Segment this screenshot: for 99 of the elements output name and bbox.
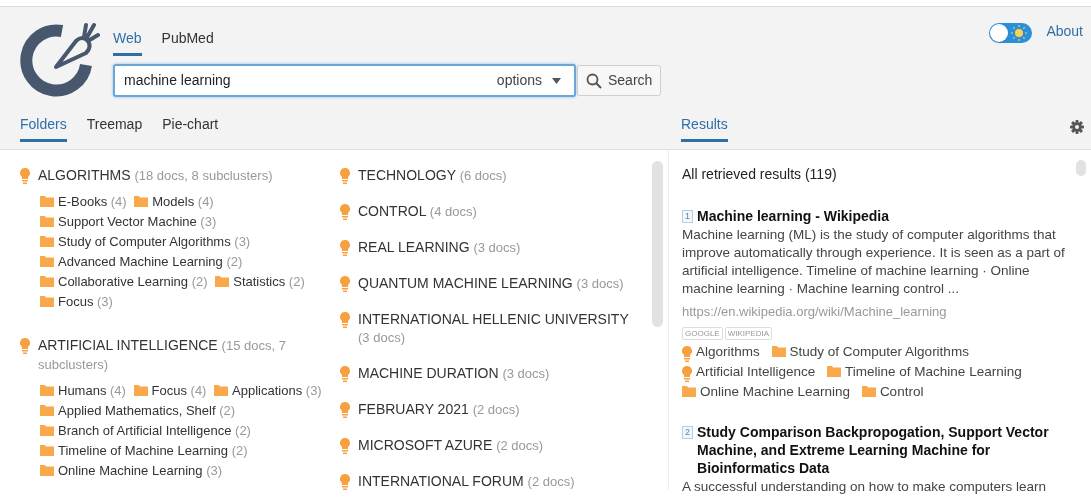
cluster-label: ALGORITHMS (18 docs, 8 subclusters) [38, 166, 273, 185]
about-link[interactable]: About [1046, 21, 1083, 42]
cluster-item[interactable]: CONTROL (4 docs) [340, 202, 640, 221]
cluster-label: ARTIFICIAL INTELLIGENCE (15 docs, 7 subclusters) [38, 336, 287, 374]
subcluster-link[interactable]: E-Books (4) [40, 194, 127, 209]
folder-icon [40, 216, 54, 227]
search-icon [586, 72, 602, 89]
folder-icon [861, 385, 876, 397]
lightbulb-icon [682, 345, 692, 362]
results-tab[interactable]: Results [681, 114, 728, 142]
folder-icon [214, 385, 229, 396]
settings-icon[interactable] [1070, 120, 1084, 134]
lightbulb-icon [20, 338, 30, 354]
view-tab[interactable]: Pie-chart [162, 114, 219, 142]
cluster-label: MICROSOFT AZURE (2 docs) [358, 436, 544, 455]
subcluster-link[interactable]: Branch of Artificial Intelligence (2) [40, 423, 251, 438]
cluster-item[interactable]: FEBRUARY 2021 (2 docs) [340, 400, 640, 419]
subcluster-link[interactable]: Support Vector Machine (3) [40, 214, 217, 229]
lightbulb-icon [340, 276, 350, 292]
subcluster-link[interactable]: Models (4) [134, 194, 214, 209]
folder-icon [40, 296, 54, 307]
result-number: 1 [682, 210, 693, 223]
cluster-label: MACHINE DURATION (3 docs) [358, 364, 550, 383]
lightbulb-icon [340, 438, 350, 454]
search-query: machine learning [124, 71, 232, 90]
folder-icon [215, 276, 230, 287]
cluster-label: TECHNOLOGY (6 docs) [358, 166, 507, 185]
subcluster-link[interactable]: Applications (3) [214, 383, 322, 398]
result-tag[interactable]: Artificial Intelligence [682, 363, 816, 379]
lightbulb-icon [340, 168, 350, 184]
lightbulb-icon [340, 204, 350, 220]
lightbulb-icon [340, 402, 350, 418]
cluster-label: FEBRUARY 2021 (2 docs) [358, 400, 520, 419]
folder-icon [40, 236, 54, 247]
result-snippet: A successful understanding on how to make computers learn [682, 477, 1047, 496]
result-number: 2 [682, 425, 693, 439]
lightbulb-icon [340, 366, 350, 382]
folder-icon [133, 385, 148, 396]
cluster-item[interactable]: MICROSOFT AZURE (2 docs) [340, 436, 640, 455]
lightbulb-icon [340, 312, 350, 328]
result-tag[interactable]: Study of Computer Algorithms [771, 343, 969, 359]
result-tag[interactable]: Algorithms [682, 343, 760, 359]
lightbulb-icon [340, 240, 350, 256]
subcluster-link[interactable]: Timeline of Machine Learning (2) [40, 443, 248, 458]
cluster-item[interactable]: MACHINE DURATION (3 docs) [340, 364, 640, 383]
cluster-item[interactable]: INTERNATIONAL FORUM (2 docs) [340, 472, 640, 491]
folder-icon [40, 196, 54, 207]
search-field[interactable]: machine learning options [113, 64, 576, 97]
logo-icon [18, 21, 100, 97]
theme-toggle[interactable] [989, 23, 1033, 43]
subcluster-link[interactable]: Focus (3) [40, 294, 113, 309]
folder-icon [134, 196, 149, 207]
source-badge: WIKIPEDIA [724, 326, 773, 340]
folder-icon [40, 465, 54, 476]
search-button[interactable]: Search [577, 65, 662, 96]
folder-icon [40, 385, 54, 396]
sun-icon [1011, 25, 1028, 41]
result-tag[interactable]: Timeline of Machine Learning [827, 363, 1022, 379]
folder-icon [682, 385, 696, 397]
caret-icon [552, 77, 561, 84]
subcluster-link[interactable]: Study of Computer Algorithms (3) [40, 234, 251, 249]
folder-icon [827, 365, 842, 377]
subcluster-link[interactable]: Online Machine Learning (3) [40, 463, 223, 478]
view-tab[interactable]: Treemap [86, 114, 143, 142]
cluster-item[interactable]: REAL LEARNING (3 docs) [340, 238, 640, 257]
subcluster-link[interactable]: Statistics (2) [215, 274, 305, 289]
source-badge: GOOGLE [682, 326, 723, 340]
subcluster-link[interactable]: Applied Mathematics, Shelf (2) [40, 403, 236, 418]
lightbulb-icon [340, 474, 350, 490]
cluster-item[interactable]: ALGORITHMS (18 docs, 8 subclusters) [20, 166, 330, 185]
lightbulb-icon [682, 365, 692, 382]
result-tag[interactable]: Online Machine Learning [682, 383, 851, 399]
view-tab[interactable]: Folders [20, 114, 67, 142]
source-tab[interactable]: Web [113, 28, 142, 56]
result-title[interactable]: Study Comparison Backpropogation, Support Vector Machine, and Extreme Learning Machine for Bioinformatics Data [697, 422, 1067, 477]
cluster-item[interactable]: TECHNOLOGY (6 docs) [340, 166, 640, 185]
scrollbar[interactable] [652, 161, 663, 327]
folder-icon [40, 445, 54, 456]
subcluster-link[interactable]: Collaborative Learning (2) [40, 274, 208, 289]
folder-icon [40, 425, 54, 436]
cluster-label: INTERNATIONAL FORUM (2 docs) [358, 472, 575, 491]
cluster-item[interactable]: ARTIFICIAL INTELLIGENCE (15 docs, 7 subclusters) [20, 336, 330, 374]
subcluster-link[interactable]: Focus (4) [133, 383, 207, 398]
folder-icon [40, 276, 54, 287]
scrollbar[interactable] [1076, 160, 1086, 176]
source-tab[interactable]: PubMed [161, 28, 214, 56]
cluster-label: CONTROL (4 docs) [358, 202, 477, 221]
results-summary: All retrieved results (119) [682, 165, 838, 184]
folder-icon [40, 405, 54, 416]
options-dropdown[interactable]: options [496, 70, 561, 91]
result-snippet: Machine learning (ML) is the study of computer algorithms that improve automatically through experience. It is seen as a part of artificial intelligence. Timeline of machine learning · Online machine learning · Machine learning control ... [682, 226, 1066, 298]
subcluster-link[interactable]: Humans (4) [40, 383, 126, 398]
subcluster-link[interactable]: Advanced Machine Learning (2) [40, 254, 243, 269]
result-title[interactable]: Machine learning - Wikipedia [697, 207, 890, 225]
folder-icon [771, 345, 786, 357]
lightbulb-icon [20, 168, 30, 184]
folder-icon [40, 256, 54, 267]
result-tag[interactable]: Control [861, 383, 924, 399]
cluster-label: REAL LEARNING (3 docs) [358, 238, 521, 257]
